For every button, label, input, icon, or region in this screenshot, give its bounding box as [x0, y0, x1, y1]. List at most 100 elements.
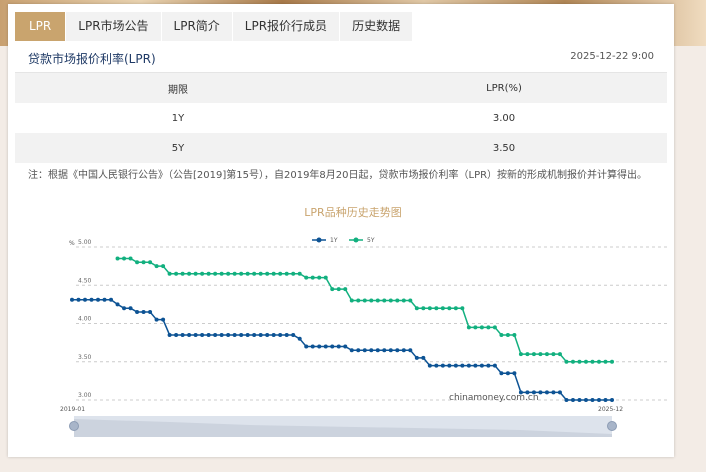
- data-point-1Y: [434, 363, 439, 368]
- data-point-1Y: [213, 332, 218, 337]
- data-point-5Y: [440, 306, 445, 311]
- data-point-5Y: [434, 306, 439, 311]
- data-point-5Y: [226, 271, 231, 276]
- data-point-1Y: [161, 317, 166, 322]
- data-point-5Y: [447, 306, 452, 311]
- data-point-1Y: [258, 332, 263, 337]
- data-point-1Y: [135, 310, 140, 315]
- data-point-1Y: [96, 297, 101, 302]
- data-point-1Y: [336, 344, 341, 349]
- data-point-5Y: [122, 256, 127, 261]
- x-tick-label: 2025-12: [598, 406, 623, 413]
- data-point-5Y: [148, 260, 153, 265]
- data-point-5Y: [551, 352, 556, 357]
- data-point-5Y: [323, 275, 328, 280]
- data-point-1Y: [343, 344, 348, 349]
- data-point-5Y: [499, 332, 504, 337]
- data-point-1Y: [440, 363, 445, 368]
- data-point-5Y: [395, 298, 400, 303]
- data-point-1Y: [551, 390, 556, 395]
- data-point-5Y: [421, 306, 426, 311]
- data-point-5Y: [297, 271, 302, 276]
- data-point-1Y: [375, 348, 380, 353]
- data-point-5Y: [278, 271, 283, 276]
- data-point-5Y: [252, 271, 257, 276]
- data-point-1Y: [603, 398, 608, 402]
- data-point-5Y: [369, 298, 374, 303]
- data-point-1Y: [362, 348, 367, 353]
- data-point-5Y: [135, 260, 140, 265]
- data-point-5Y: [460, 306, 465, 311]
- data-point-5Y: [245, 271, 250, 276]
- data-point-5Y: [356, 298, 361, 303]
- watermark: chinamoney.com.cn: [449, 393, 539, 403]
- data-point-5Y: [187, 271, 192, 276]
- data-point-1Y: [180, 332, 185, 337]
- data-point-1Y: [525, 390, 530, 395]
- data-point-5Y: [544, 352, 549, 357]
- data-point-5Y: [115, 256, 120, 261]
- y-tick-label: 3.50: [78, 354, 92, 361]
- data-point-1Y: [76, 297, 81, 302]
- data-point-5Y: [304, 275, 309, 280]
- y-tick-label: 3.00: [78, 392, 92, 399]
- y-tick-label: 5.00: [78, 239, 92, 246]
- data-point-1Y: [356, 348, 361, 353]
- data-point-5Y: [258, 271, 263, 276]
- data-point-5Y: [336, 287, 341, 292]
- chart-title: LPR品种历史走势图: [304, 205, 401, 219]
- data-point-1Y: [70, 297, 74, 302]
- data-point-1Y: [466, 363, 471, 368]
- data-point-1Y: [297, 336, 302, 341]
- slider-handle-left[interactable]: [69, 421, 79, 431]
- data-point-1Y: [291, 332, 296, 337]
- data-point-1Y: [421, 355, 426, 360]
- data-point-1Y: [577, 398, 582, 402]
- data-point-1Y: [518, 390, 523, 395]
- data-point-5Y: [388, 298, 393, 303]
- data-point-1Y: [278, 332, 283, 337]
- data-point-1Y: [239, 332, 244, 337]
- legend-marker-1Y[interactable]: [316, 237, 322, 243]
- data-point-5Y: [525, 352, 530, 357]
- legend-marker-5Y[interactable]: [353, 237, 359, 243]
- data-point-5Y: [200, 271, 205, 276]
- data-point-1Y: [401, 348, 406, 353]
- data-point-1Y: [115, 302, 120, 307]
- data-point-5Y: [330, 287, 335, 292]
- data-point-5Y: [375, 298, 380, 303]
- data-point-1Y: [252, 332, 257, 337]
- data-point-1Y: [505, 371, 510, 376]
- data-point-1Y: [148, 310, 153, 315]
- data-point-1Y: [460, 363, 465, 368]
- data-point-1Y: [596, 398, 601, 402]
- data-point-5Y: [180, 271, 185, 276]
- slider-handle-right[interactable]: [607, 421, 617, 431]
- data-point-5Y: [265, 271, 270, 276]
- data-point-1Y: [174, 332, 179, 337]
- y-tick-label: 4.00: [78, 316, 92, 323]
- data-point-1Y: [479, 363, 484, 368]
- data-point-1Y: [122, 306, 127, 311]
- data-point-5Y: [161, 264, 166, 269]
- data-point-1Y: [610, 398, 614, 402]
- data-point-1Y: [388, 348, 393, 353]
- y-tick-label: 4.50: [78, 277, 92, 284]
- data-point-1Y: [245, 332, 250, 337]
- data-point-5Y: [271, 271, 276, 276]
- y-axis-unit: %: [69, 240, 75, 247]
- data-point-5Y: [362, 298, 367, 303]
- data-point-5Y: [473, 325, 478, 330]
- data-point-1Y: [102, 297, 107, 302]
- data-point-5Y: [583, 359, 588, 364]
- data-point-5Y: [154, 264, 159, 269]
- data-point-5Y: [466, 325, 471, 330]
- data-point-1Y: [414, 355, 419, 360]
- data-point-5Y: [239, 271, 244, 276]
- data-point-5Y: [486, 325, 491, 330]
- data-point-1Y: [544, 390, 549, 395]
- data-point-5Y: [610, 359, 614, 364]
- data-point-5Y: [427, 306, 432, 311]
- data-point-1Y: [128, 306, 133, 311]
- data-point-1Y: [141, 310, 146, 315]
